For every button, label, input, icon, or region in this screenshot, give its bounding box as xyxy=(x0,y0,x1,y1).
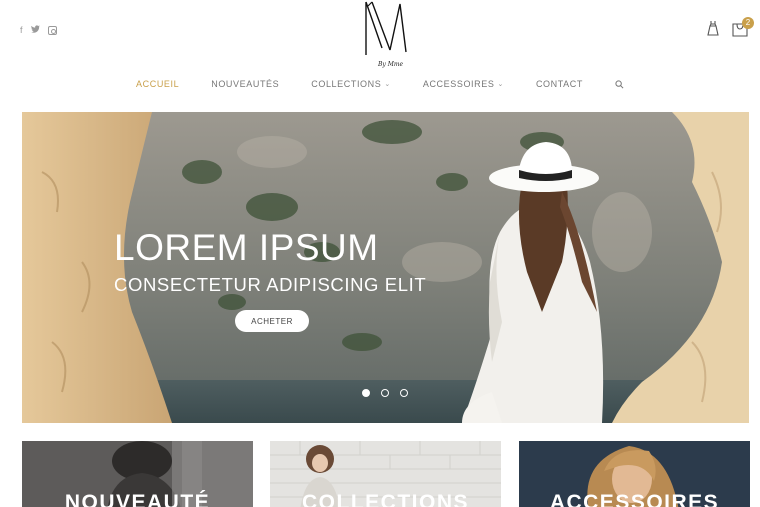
nav-item-collections[interactable]: COLLECTIONS ⌄ xyxy=(295,79,407,89)
category-label: NOUVEAUTÉ xyxy=(64,491,211,507)
buy-button[interactable]: ACHETER xyxy=(235,310,309,332)
hero-slider: LOREM IPSUM CONSECTETUR ADIPISCING ELIT … xyxy=(22,112,749,423)
instagram-icon[interactable] xyxy=(47,25,57,35)
nav-label: COLLECTIONS xyxy=(311,79,382,89)
social-links: f xyxy=(20,24,57,36)
slider-dots xyxy=(362,389,408,397)
slider-dot-1[interactable] xyxy=(362,389,370,397)
facebook-icon[interactable]: f xyxy=(20,24,23,36)
category-card-collections[interactable]: COLLECTIONS xyxy=(270,441,501,507)
logo-caption: By Mme xyxy=(377,61,404,68)
category-label: ACCESSOIRES xyxy=(549,491,720,507)
main-nav: ACCUEIL NOUVEAUTÉS COLLECTIONS ⌄ ACCESSOI… xyxy=(0,79,760,89)
nav-label: ACCUEIL xyxy=(136,79,180,89)
nav-label: CONTACT xyxy=(535,79,583,89)
chevron-down-icon: ⌄ xyxy=(497,81,504,88)
cart-count-badge: 2 xyxy=(742,17,754,29)
category-card-nouveaute[interactable]: NOUVEAUTÉ xyxy=(22,441,253,507)
nav-item-accessoires[interactable]: ACCESSOIRES ⌄ xyxy=(407,79,520,89)
nav-item-nouveautes[interactable]: NOUVEAUTÉS xyxy=(195,79,295,89)
hero-title: LOREM IPSUM xyxy=(114,227,379,268)
brand-logo[interactable]: By Mme xyxy=(360,0,412,70)
category-label: COLLECTIONS xyxy=(302,491,469,507)
header-icons: 2 xyxy=(706,17,754,42)
chevron-down-icon: ⌄ xyxy=(384,81,391,88)
slider-dot-3[interactable] xyxy=(400,389,408,397)
hero-subtitle: CONSECTETUR ADIPISCING ELIT xyxy=(114,274,427,295)
twitter-icon[interactable] xyxy=(30,24,40,36)
search-icon xyxy=(615,79,624,88)
nav-label: NOUVEAUTÉS xyxy=(211,79,280,89)
nav-item-contact[interactable]: CONTACT xyxy=(520,79,599,89)
category-card-accessoires[interactable]: ACCESSOIRES xyxy=(519,441,750,507)
cart-button[interactable]: 2 xyxy=(732,17,754,42)
nav-label: ACCESSOIRES xyxy=(422,79,495,89)
search-button[interactable] xyxy=(599,79,640,89)
dress-icon[interactable] xyxy=(706,20,720,42)
slider-dot-2[interactable] xyxy=(381,389,389,397)
nav-item-accueil[interactable]: ACCUEIL xyxy=(120,79,195,89)
